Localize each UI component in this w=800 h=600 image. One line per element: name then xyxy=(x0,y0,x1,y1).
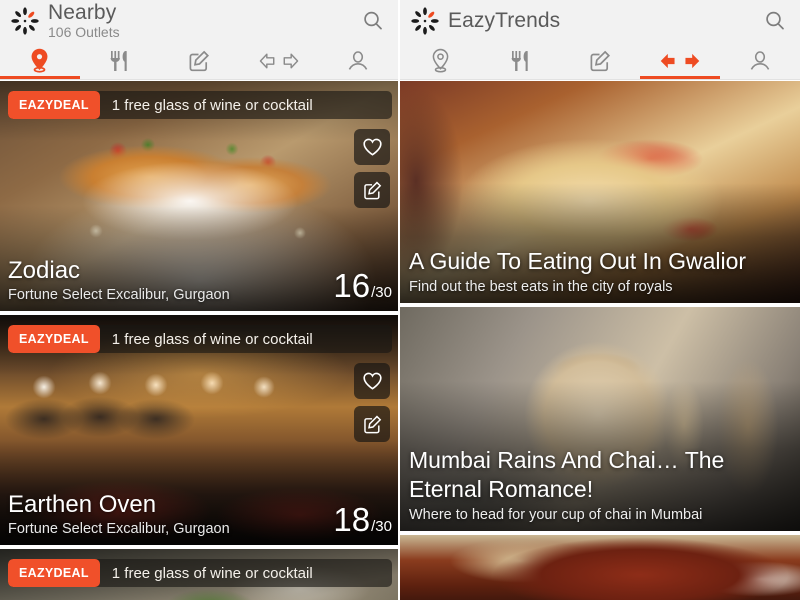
tab-indicator xyxy=(480,76,560,79)
article-title: A Guide To Eating Out In Gwalior xyxy=(409,248,747,274)
dual-screenshot-container: Nearby 106 Outlets EAZYDEAL 1 free glass… xyxy=(0,0,800,600)
score-max: /30 xyxy=(371,518,392,535)
outlet-card[interactable]: EAZYDEAL 1 free glass of wine or cocktai… xyxy=(0,549,398,600)
card-actions xyxy=(354,129,390,208)
article-footer: A Guide To Eating Out In Gwalior Find ou… xyxy=(400,247,800,298)
deal-text: 1 free glass of wine or cocktail xyxy=(111,96,313,114)
nearby-title-block: Nearby 106 Outlets xyxy=(48,0,358,41)
active-tab-indicator xyxy=(640,76,720,79)
trends-title-block: EazyTrends xyxy=(448,0,760,42)
trend-article-card[interactable]: A Guide To Eating Out In Gwalior Find ou… xyxy=(400,81,800,303)
deal-banner[interactable]: EAZYDEAL 1 free glass of wine or cocktai… xyxy=(8,559,392,587)
deal-text: 1 free glass of wine or cocktail xyxy=(111,330,313,348)
trend-article-card[interactable]: Mumbai Rains And Chai… The Eternal Roman… xyxy=(400,307,800,531)
article-footer: Mumbai Rains And Chai… The Eternal Roman… xyxy=(400,446,800,526)
sidebar-item-nearby[interactable] xyxy=(400,42,480,79)
outlet-card[interactable]: EAZYDEAL 1 free glass of wine or cocktai… xyxy=(0,81,398,311)
nearby-screen: Nearby 106 Outlets EAZYDEAL 1 free glass… xyxy=(0,0,400,600)
outlet-card-list[interactable]: EAZYDEAL 1 free glass of wine or cocktai… xyxy=(0,81,398,600)
tab-indicator xyxy=(720,76,800,79)
search-icon[interactable] xyxy=(358,6,388,36)
trends-app-header: EazyTrends xyxy=(400,0,800,42)
eazytrends-screen: EazyTrends A Guide To Eating Out In Gwal… xyxy=(400,0,800,600)
tab-indicator xyxy=(80,76,160,79)
outlet-score: 16 /30 xyxy=(333,269,392,303)
deal-badge: EAZYDEAL xyxy=(8,559,100,587)
tab-indicator xyxy=(239,76,319,79)
outlet-score: 18 /30 xyxy=(333,503,392,537)
trend-article-card[interactable] xyxy=(400,535,800,600)
edit-square-icon[interactable] xyxy=(354,172,390,208)
heart-icon[interactable] xyxy=(354,129,390,165)
article-subtitle: Where to head for your cup of chai in Mu… xyxy=(409,507,703,523)
score-max: /30 xyxy=(371,284,392,301)
edit-square-icon[interactable] xyxy=(354,406,390,442)
score-value: 16 xyxy=(333,267,371,304)
sidebar-item-trends[interactable] xyxy=(640,42,720,79)
deal-text: 1 free glass of wine or cocktail xyxy=(111,564,313,582)
tab-indicator xyxy=(400,76,480,79)
sidebar-item-reviews[interactable] xyxy=(560,42,640,79)
trend-article-list[interactable]: A Guide To Eating Out In Gwalior Find ou… xyxy=(400,81,800,600)
tab-indicator xyxy=(560,76,640,79)
article-title: Mumbai Rains And Chai… The Eternal Roman… xyxy=(409,447,725,502)
sidebar-item-restaurants[interactable] xyxy=(480,42,560,79)
outlet-card-footer: Zodiac Fortune Select Excalibur, Gurgaon… xyxy=(0,256,398,305)
score-value: 18 xyxy=(333,501,371,538)
eazydiner-starburst-logo xyxy=(8,4,42,38)
sidebar-item-reviews[interactable] xyxy=(159,42,239,79)
sidebar-item-profile[interactable] xyxy=(720,42,800,79)
sidebar-item-nearby[interactable] xyxy=(0,42,80,79)
deal-badge: EAZYDEAL xyxy=(8,325,100,353)
eazydiner-starburst-logo xyxy=(408,4,442,38)
sidebar-item-trends[interactable] xyxy=(239,42,319,79)
heart-icon[interactable] xyxy=(354,363,390,399)
nearby-app-header: Nearby 106 Outlets xyxy=(0,0,398,42)
article-photo xyxy=(400,535,800,600)
outlet-card[interactable]: EAZYDEAL 1 free glass of wine or cocktai… xyxy=(0,315,398,545)
outlet-count: 106 Outlets xyxy=(48,23,120,40)
search-icon[interactable] xyxy=(760,6,790,36)
article-subtitle: Find out the best eats in the city of ro… xyxy=(409,279,673,295)
active-tab-indicator xyxy=(0,76,80,79)
deal-banner[interactable]: EAZYDEAL 1 free glass of wine or cocktai… xyxy=(8,325,392,353)
deal-badge: EAZYDEAL xyxy=(8,91,100,119)
sidebar-item-profile[interactable] xyxy=(318,42,398,79)
sidebar-item-restaurants[interactable] xyxy=(80,42,160,79)
card-actions xyxy=(354,363,390,442)
outlet-card-footer: Earthen Oven Fortune Select Excalibur, G… xyxy=(0,490,398,539)
page-title: EazyTrends xyxy=(448,9,561,32)
tab-indicator xyxy=(159,76,239,79)
page-title: Nearby xyxy=(48,0,117,24)
nearby-tabbar xyxy=(0,42,398,80)
deal-banner[interactable]: EAZYDEAL 1 free glass of wine or cocktai… xyxy=(8,91,392,119)
trends-tabbar xyxy=(400,42,800,80)
tab-indicator xyxy=(318,76,398,79)
